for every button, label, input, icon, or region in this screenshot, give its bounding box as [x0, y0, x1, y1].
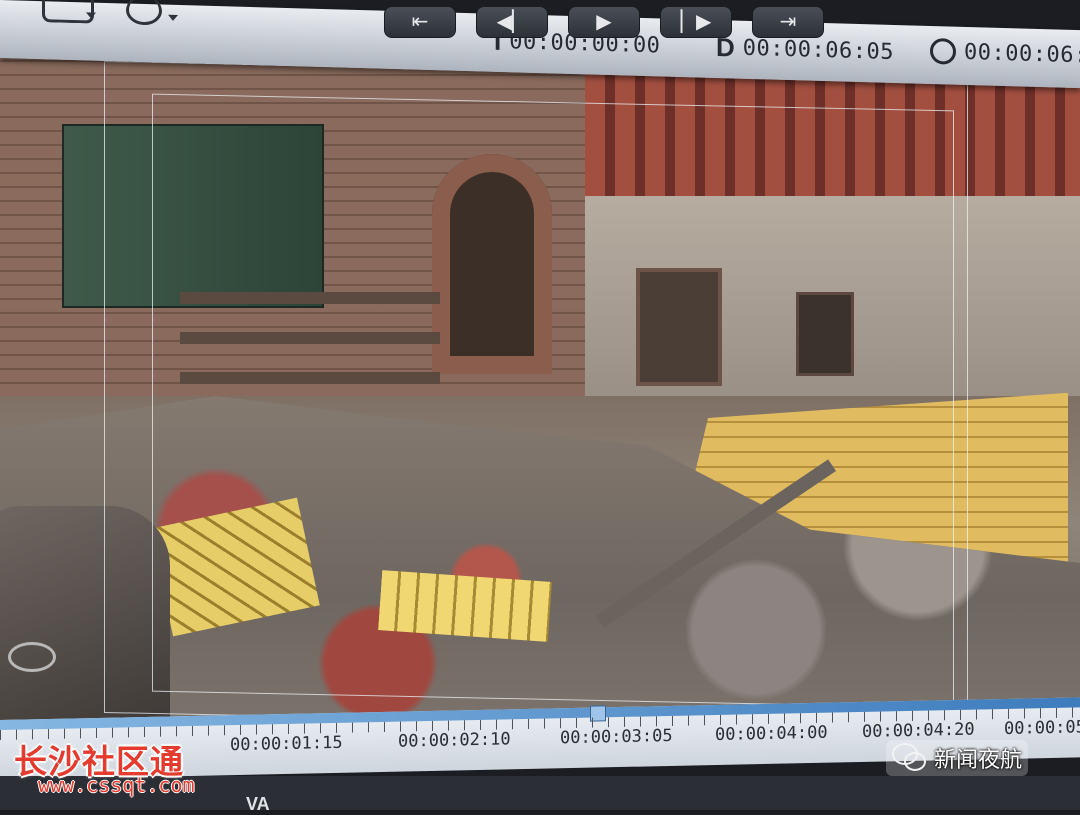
chevron-down-icon[interactable] [168, 14, 178, 21]
out-point-value[interactable]: 00:00:06:05 [964, 39, 1080, 68]
title-safe-frame [152, 93, 954, 709]
channel-watermark: 新闻夜航 [886, 740, 1029, 776]
ruler-label: 00:00:04:00 [715, 722, 828, 746]
ruler-label: 00:00:03:05 [560, 725, 673, 749]
chevron-down-icon[interactable] [86, 12, 96, 19]
step-back-icon: ◀▏ [496, 9, 528, 33]
car-logo [8, 642, 56, 672]
va-label: VA [246, 794, 270, 814]
play-icon: ▶ [596, 9, 612, 33]
step-forward-icon: ▏▶ [680, 9, 712, 33]
playback-mode-icon[interactable] [126, 0, 162, 26]
ruler-label: 00:00:04:20 [862, 719, 975, 742]
ruler-label: 00:00:05: [1004, 717, 1080, 739]
wechat-icon [892, 743, 926, 773]
previous-frame-button[interactable]: ⇤ [384, 6, 456, 38]
out-point-timecode[interactable]: O 00:00:06:05 [930, 37, 1080, 69]
ruler-label: 00:00:01:15 [230, 732, 343, 756]
duration-value[interactable]: 00:00:06:05 [743, 36, 894, 65]
ruler-label: 00:00:02:10 [398, 729, 511, 752]
channel-name: 新闻夜航 [934, 748, 1023, 773]
out-point-label: O [930, 37, 956, 65]
step-forward-button[interactable]: ▏▶ [660, 6, 732, 38]
watermark-url: www.cssqt.com [38, 773, 195, 797]
site-watermark: 长沙社区通 www.cssqt.com [14, 735, 195, 797]
next-frame-icon: ⇥ [779, 9, 797, 33]
previous-frame-icon: ⇤ [411, 9, 429, 33]
step-back-button[interactable]: ◀▏ [476, 6, 548, 38]
video-preview[interactable] [0, 36, 1080, 730]
next-frame-button[interactable]: ⇥ [752, 6, 824, 38]
play-button[interactable]: ▶ [568, 6, 640, 38]
